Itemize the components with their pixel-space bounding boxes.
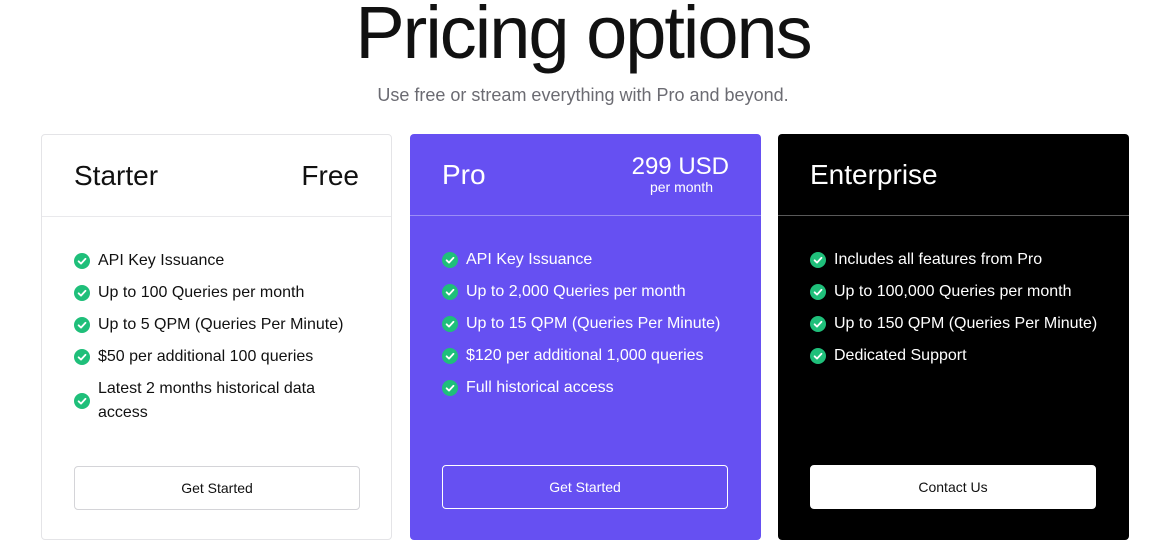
feature-text: Full historical access (466, 379, 614, 396)
check-circle-icon (74, 317, 90, 333)
starter-plan-header: Starter Free (42, 135, 391, 217)
get-started-button[interactable]: Get Started (74, 466, 360, 510)
starter-plan-card: Starter Free API Key Issuance Up to 100 … (41, 134, 392, 540)
plan-name: Pro (442, 159, 486, 190)
feature-item: $120 per additional 1,000 queries (442, 344, 732, 368)
check-circle-icon (74, 253, 90, 269)
feature-item: Includes all features from Pro (810, 248, 1100, 272)
check-circle-icon (810, 316, 826, 332)
enterprise-plan-header: Enterprise (778, 134, 1129, 216)
feature-list: API Key Issuance Up to 100 Queries per m… (74, 249, 364, 433)
check-circle-icon (442, 348, 458, 364)
feature-list: API Key Issuance Up to 2,000 Queries per… (442, 248, 732, 408)
feature-text: Up to 5 QPM (Queries Per Minute) (98, 316, 344, 333)
feature-item: $50 per additional 100 queries (74, 345, 364, 369)
feature-text: Up to 150 QPM (Queries Per Minute) (834, 315, 1098, 332)
feature-text: Up to 100,000 Queries per month (834, 283, 1072, 300)
plan-name: Enterprise (810, 159, 938, 190)
page-subtitle: Use free or stream everything with Pro a… (377, 85, 789, 105)
feature-item: Up to 100 Queries per month (74, 281, 364, 305)
pro-plan-card: Pro 299 USD per month API Key Issuance U… (410, 134, 761, 540)
check-circle-icon (810, 284, 826, 300)
feature-list: Includes all features from Pro Up to 100… (810, 248, 1100, 376)
pricing-page: Pricing options Use free or stream every… (0, 0, 1166, 550)
feature-item: Dedicated Support (810, 344, 1100, 368)
feature-item: Up to 100,000 Queries per month (810, 280, 1100, 304)
check-circle-icon (74, 285, 90, 301)
check-circle-icon (810, 252, 826, 268)
plan-price: 299 USD (631, 153, 729, 180)
feature-item: API Key Issuance (74, 249, 364, 273)
check-circle-icon (442, 284, 458, 300)
pro-plan-header: Pro 299 USD per month (410, 134, 761, 216)
feature-text: Latest 2 months historical data access (98, 380, 316, 421)
plan-price: Free (301, 160, 359, 191)
feature-text: API Key Issuance (466, 251, 593, 268)
feature-text: Includes all features from Pro (834, 251, 1043, 268)
get-started-button[interactable]: Get Started (442, 465, 728, 509)
check-circle-icon (442, 380, 458, 396)
enterprise-plan-card: Enterprise Includes all features from Pr… (778, 134, 1129, 540)
contact-us-button[interactable]: Contact Us (810, 465, 1096, 509)
feature-item: API Key Issuance (442, 248, 732, 272)
plan-name: Starter (74, 160, 159, 191)
feature-text: API Key Issuance (98, 252, 225, 269)
feature-item: Up to 150 QPM (Queries Per Minute) (810, 312, 1100, 336)
feature-text: Dedicated Support (834, 347, 967, 364)
feature-item: Up to 5 QPM (Queries Per Minute) (74, 313, 364, 337)
feature-text: $120 per additional 1,000 queries (466, 347, 704, 364)
check-circle-icon (442, 316, 458, 332)
feature-item: Up to 15 QPM (Queries Per Minute) (442, 312, 732, 336)
check-circle-icon (74, 349, 90, 365)
feature-text: Up to 100 Queries per month (98, 284, 305, 301)
check-circle-icon (810, 348, 826, 364)
feature-text: $50 per additional 100 queries (98, 348, 314, 365)
feature-text: Up to 15 QPM (Queries Per Minute) (466, 315, 721, 332)
check-circle-icon (74, 393, 90, 409)
feature-text: Up to 2,000 Queries per month (466, 283, 686, 300)
page-title: Pricing options (355, 0, 812, 74)
feature-item: Latest 2 months historical data access (74, 377, 364, 425)
feature-item: Up to 2,000 Queries per month (442, 280, 732, 304)
feature-item: Full historical access (442, 376, 732, 400)
check-circle-icon (442, 252, 458, 268)
plan-price-period: per month (649, 179, 713, 195)
